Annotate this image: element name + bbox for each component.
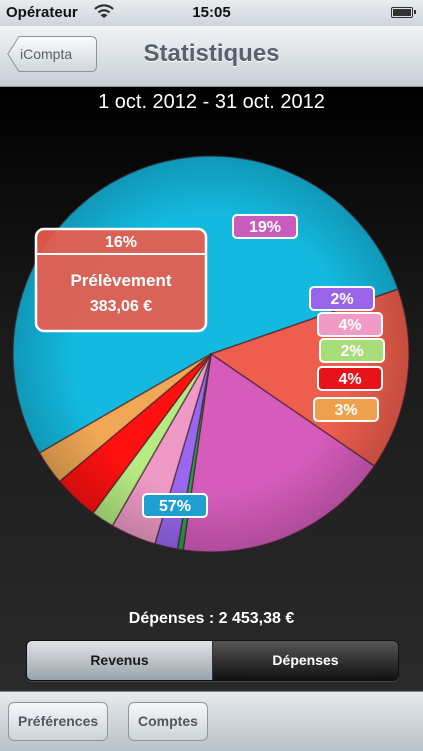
slice-label-5: 4% <box>317 312 383 337</box>
slice-label-4: 2% <box>309 286 375 311</box>
total-expenses: Dépenses : 2 453,38 € <box>128 610 295 627</box>
selected-slice-callout: 16% Prélèvement 383,06 € <box>34 227 208 333</box>
navigation-bar: iCompta Statistiques <box>0 26 423 87</box>
slice-label-8: 3% <box>313 397 379 422</box>
income-expense-switch[interactable]: Revenus Dépenses <box>26 640 399 681</box>
preferences-button[interactable]: Préférences <box>8 702 109 741</box>
page-title: Statistiques <box>143 40 280 67</box>
pie-chart[interactable]: 57% 19% 2% 4% 2% 4% 3% 16% Prélèvement 383,06 € <box>0 87 423 607</box>
accounts-button[interactable]: Comptes <box>128 702 208 741</box>
slice-label-text-2: 19% <box>249 219 281 236</box>
slice-label-text-8: 3% <box>334 402 357 419</box>
status-bar: Opérateur 15:05 <box>0 0 423 26</box>
slice-label-text-6: 2% <box>340 343 363 360</box>
clock: 15:05 <box>192 4 231 21</box>
segment-expenses[interactable]: Dépenses <box>213 641 398 680</box>
slice-label-text-0: 57% <box>159 498 191 515</box>
battery-icon <box>391 7 416 18</box>
slice-label-text-4: 2% <box>330 291 353 308</box>
slice-label-7: 4% <box>317 366 383 391</box>
slice-label-0: 57% <box>142 493 208 518</box>
slice-label-text-7: 4% <box>338 371 361 388</box>
callout-amount: 383,06 € <box>90 298 152 315</box>
slice-label-text-5: 4% <box>338 317 361 334</box>
bottom-toolbar: Préférences Comptes <box>0 691 423 751</box>
slice-label-2: 19% <box>232 214 298 239</box>
statistics-content: 1 oct. 2012 - 31 oct. 2012 57% 19% 2% 4% 2% 4… <box>0 87 423 691</box>
callout-category: Prélèvement <box>70 271 171 290</box>
slice-label-6: 2% <box>319 338 385 363</box>
callout-percent: 16% <box>105 234 137 251</box>
segment-income[interactable]: Revenus <box>27 641 213 680</box>
